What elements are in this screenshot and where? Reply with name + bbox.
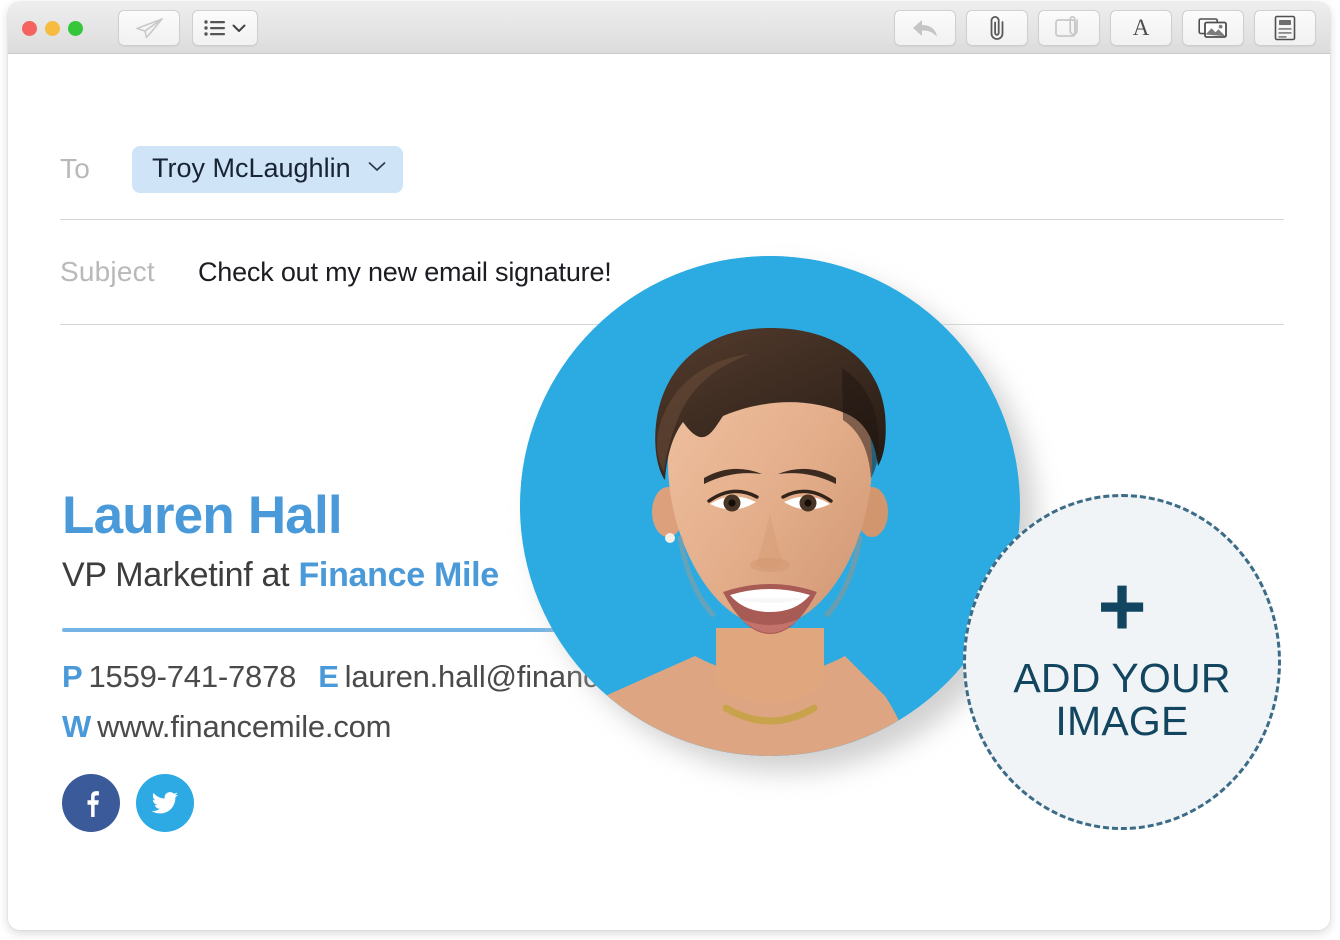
list-icon [204, 20, 226, 36]
reply-button[interactable] [894, 10, 956, 46]
email-key: E [318, 658, 339, 694]
window-titlebar: A [8, 2, 1330, 54]
subject-label: Subject [60, 256, 155, 287]
to-label: To [60, 153, 90, 184]
paperclip-icon [987, 15, 1007, 41]
zoom-button[interactable] [68, 21, 83, 36]
photos-icon [1198, 16, 1228, 40]
font-a-icon: A [1132, 15, 1150, 40]
list-options-button[interactable] [192, 10, 258, 46]
reply-arrow-icon [911, 17, 939, 39]
to-field-row: To Troy McLaughlin [60, 144, 1284, 194]
signature-social-links [62, 773, 862, 832]
attach-button[interactable] [966, 10, 1028, 46]
insert-photo-button[interactable] [1182, 10, 1244, 46]
signature-divider-rule [62, 627, 557, 632]
stationery-icon [1274, 15, 1296, 41]
chevron-down-icon [232, 24, 246, 33]
portrait-photo[interactable] [520, 256, 1020, 756]
close-button[interactable] [22, 21, 37, 36]
chevron-down-icon[interactable] [367, 159, 387, 177]
web-value: www.financemile.com [97, 708, 392, 744]
attach-card-button[interactable] [1038, 10, 1100, 46]
phone-key: P [62, 658, 83, 694]
plus-icon: + [1097, 559, 1147, 654]
traffic-light-controls [22, 21, 83, 36]
card-paperclip-icon [1054, 16, 1084, 40]
minimize-button[interactable] [45, 21, 60, 36]
compose-body: To Troy McLaughlin Subject Check out my … [8, 54, 1330, 930]
recipient-token[interactable]: Troy McLaughlin [132, 145, 403, 193]
add-image-caption-line-2: IMAGE [1055, 698, 1189, 745]
signature-company: Finance Mile [298, 555, 499, 594]
screenshot-stage: A To Troy McLaughlin Subject Check out m… [0, 0, 1340, 940]
add-image-caption: ADD YOUR IMAGE [1013, 654, 1231, 745]
phone-value: 1559-741-7878 [88, 658, 297, 694]
add-your-image-placeholder[interactable]: + ADD YOUR IMAGE [963, 494, 1281, 830]
web-key: W [62, 708, 92, 744]
toolbar-left-group [118, 10, 258, 46]
stationery-button[interactable] [1254, 10, 1316, 46]
signature-role: VP Marketinf at [62, 555, 299, 594]
add-image-caption-line-1: ADD YOUR [1013, 654, 1231, 701]
twitter-icon[interactable] [136, 773, 194, 832]
mail-compose-window: A To Troy McLaughlin Subject Check out m… [8, 2, 1330, 930]
to-field-divider [60, 219, 1284, 220]
send-button[interactable] [118, 10, 180, 46]
portrait-illustration [520, 256, 1020, 756]
paper-plane-icon [134, 16, 164, 40]
format-text-button[interactable]: A [1110, 10, 1172, 46]
recipient-name: Troy McLaughlin [152, 152, 351, 183]
facebook-icon[interactable] [62, 773, 120, 832]
toolbar-right-group: A [894, 10, 1316, 46]
